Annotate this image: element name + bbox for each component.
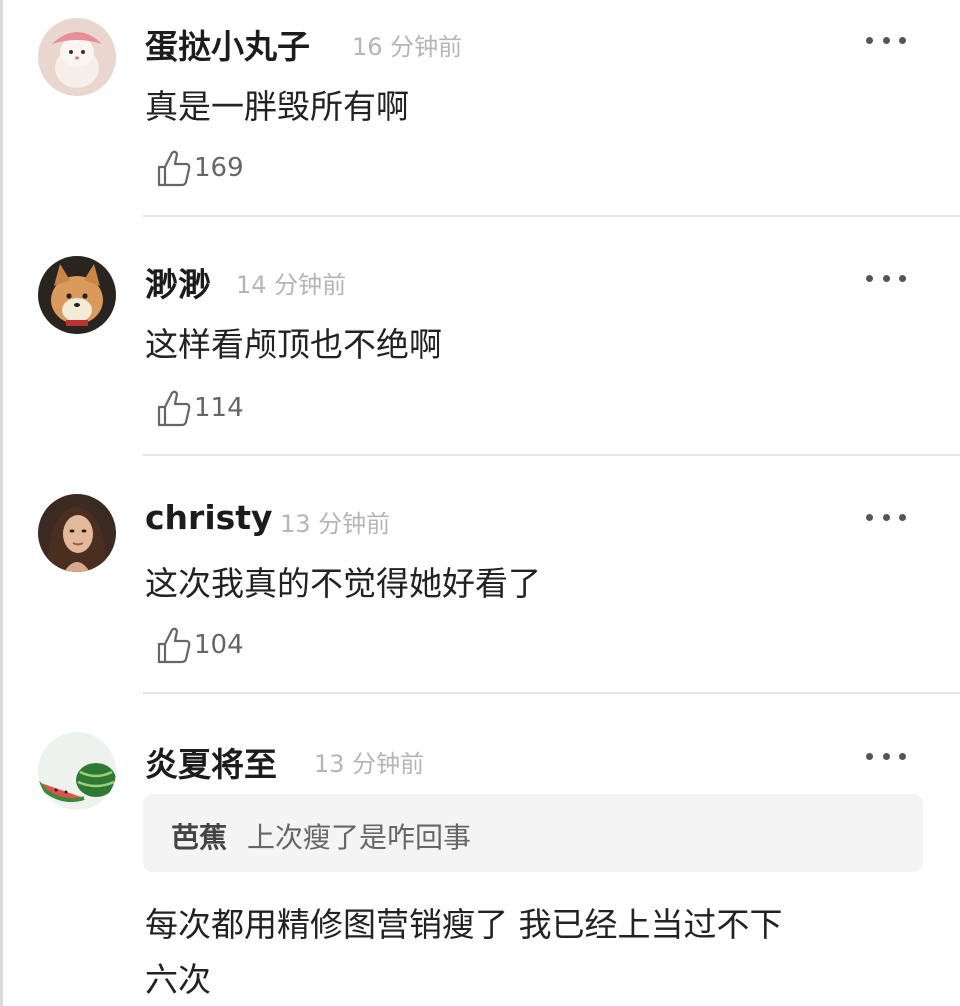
timestamp: 14 分钟前 <box>236 271 347 299</box>
username[interactable]: christy <box>145 498 273 537</box>
more-dots-icon[interactable] <box>866 751 906 761</box>
thumbs-up-icon <box>157 150 191 187</box>
username[interactable]: 蛋挞小丸子 <box>145 20 310 68</box>
avatar[interactable] <box>38 18 116 96</box>
like-count: 104 <box>194 630 244 660</box>
more-dots-icon[interactable] <box>866 512 906 522</box>
timestamp: 16 分钟前 <box>352 33 463 61</box>
timestamp: 13 分钟前 <box>280 510 391 538</box>
like-count: 114 <box>194 393 244 423</box>
like-button[interactable]: 104 <box>156 625 244 665</box>
comment-text: 真是一胖毁所有啊 <box>145 87 409 126</box>
avatar[interactable] <box>38 732 116 810</box>
divider <box>143 215 960 217</box>
cat-avatar-icon <box>38 18 116 96</box>
like-button[interactable]: 114 <box>156 388 244 428</box>
avatar[interactable] <box>38 494 116 572</box>
thumbs-up-icon <box>157 390 191 427</box>
username[interactable]: 渺渺 <box>145 258 211 306</box>
comment-text: 这次我真的不觉得她好看了 <box>145 564 541 603</box>
more-dots-icon[interactable] <box>866 273 906 283</box>
thumbs-up-icon <box>157 627 191 664</box>
comment-text-line2: 六次 <box>145 960 211 999</box>
divider <box>143 454 960 456</box>
quoted-reply[interactable]: 芭蕉 上次瘦了是咋回事 <box>143 794 923 872</box>
comment-text-line1: 每次都用精修图营销瘦了 我已经上当过不下 <box>145 905 783 944</box>
timestamp: 13 分钟前 <box>314 750 425 778</box>
quoted-username[interactable]: 芭蕉 <box>171 816 227 856</box>
avatar[interactable] <box>38 256 116 334</box>
like-button[interactable]: 169 <box>156 148 244 188</box>
like-count: 169 <box>194 153 244 183</box>
username[interactable]: 炎夏将至 <box>145 738 277 786</box>
left-border <box>0 0 3 1006</box>
shiba-dog-avatar-icon <box>38 256 116 334</box>
divider <box>143 692 960 694</box>
watermelon-avatar-icon <box>38 732 116 810</box>
comment-text: 这样看颅顶也不绝啊 <box>145 325 442 364</box>
woman-portrait-avatar-icon <box>38 494 116 572</box>
quoted-text: 上次瘦了是咋回事 <box>247 821 472 854</box>
more-dots-icon[interactable] <box>866 35 906 45</box>
